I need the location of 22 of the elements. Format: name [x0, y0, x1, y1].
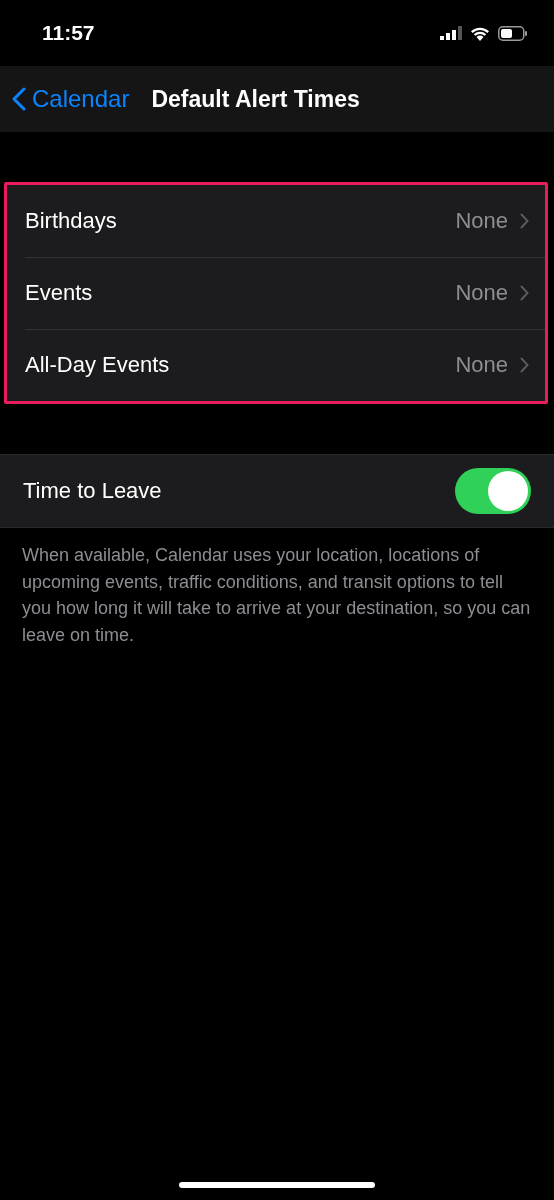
chevron-icon	[520, 357, 529, 373]
wifi-icon	[470, 25, 490, 41]
settings-row[interactable]: All-Day Events None	[25, 329, 545, 401]
chevron-icon	[520, 284, 529, 301]
row-value: None	[455, 352, 508, 378]
status-time: 11:57	[42, 21, 95, 45]
back-chevron-icon	[12, 87, 26, 111]
settings-row[interactable]: Events None	[25, 256, 545, 330]
row-label: Events	[25, 279, 93, 306]
signal-icon	[440, 26, 462, 40]
chevron-icon	[520, 212, 529, 229]
footer-note: When available, Calendar uses your location, locations of upcoming events, traffic conditions, and transit options to tell you how long it will take to arrive at your destination, so you can leave on time.	[22, 544, 532, 647]
battery-icon	[498, 25, 528, 41]
row-label: Birthdays	[25, 207, 117, 234]
row-label: All-Day Events	[25, 352, 170, 378]
row-value: None	[455, 279, 508, 306]
settings-row[interactable]: Birthdays None	[25, 184, 545, 258]
page-title: Default Alert Times	[151, 85, 360, 113]
back-link[interactable]: Calendar	[12, 85, 130, 113]
row-label: Time to Leave	[23, 478, 162, 504]
row-value: None	[455, 207, 508, 234]
toggle-switch[interactable]	[455, 468, 531, 514]
